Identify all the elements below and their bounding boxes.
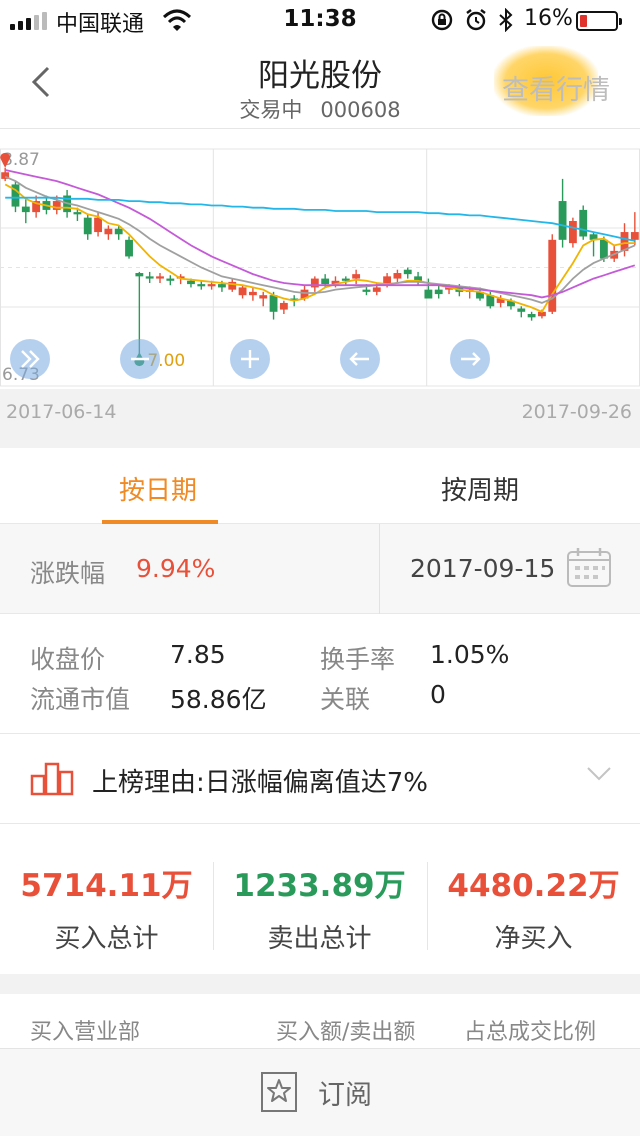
trade-totals: 5714.11万 买入总计 1233.89万 卖出总计 4480.22万 净买入 [0,824,640,974]
chart-start-date: 2017-06-14 [6,401,117,423]
buy-total-label: 买入总计 [54,924,159,954]
selected-date[interactable]: 2017-09-15 [410,554,555,583]
kline-chart[interactable]: 8.876.738.607.00 [0,129,640,389]
chart-end-date: 2017-09-26 [521,401,632,423]
related-value: 0 [430,680,446,709]
candle-body [279,302,288,310]
candle-body [321,278,330,285]
candle-body [403,269,412,275]
change-value: 9.94% [136,554,216,583]
market-cap-label: 流通市值 [30,685,131,714]
candle-body [104,228,113,235]
candle-body [156,276,164,279]
candle-body [218,284,226,288]
stock-info: 收盘价 7.85 换手率 1.05% 流通市值 58.86亿 关联 0 [0,614,640,734]
column-buy-sell-amount: 买入额/卖出额 [276,1020,416,1045]
buy-total-value: 5714.11万 [20,868,193,904]
moving-average-ma20 [5,169,636,299]
candle-body [114,228,123,235]
tab-by-date[interactable]: 按日期 [58,470,258,507]
prev-button[interactable] [340,339,380,379]
candle-body [259,295,268,299]
candle-body [630,232,639,240]
close-price-label: 收盘价 [30,645,106,674]
next-button[interactable] [450,339,490,379]
rotation-lock-icon [431,9,453,31]
candle-body [393,273,402,279]
bluetooth-icon [499,8,513,32]
listing-reason-text: 上榜理由:日涨幅偏离值达7% [92,768,429,798]
candle-body [424,289,433,299]
alarm-icon [466,9,486,31]
bar-chart-icon [30,762,74,796]
fast-forward-button[interactable] [10,339,50,379]
candle-body [383,276,392,284]
candle-body [248,291,257,296]
candle-body [310,278,319,288]
candle-body [197,284,206,287]
chevron-down-icon[interactable] [586,766,612,782]
change-date-row: 涨跌幅 9.94% 2017-09-15 [0,524,640,614]
candle-body [269,295,278,312]
candle-body [166,278,175,281]
chart-date-range: 2017-06-14 2017-09-26 [0,389,640,429]
sell-total-label: 卖出总计 [267,924,372,954]
candle-body [599,239,608,259]
net-buy-label: 净买入 [494,924,573,954]
buy-total: 5714.11万 买入总计 [0,824,213,974]
column-ratio: 占总成交比例 [464,1020,597,1045]
candle-body [238,287,247,296]
candle-body [548,239,557,312]
net-buy-value: 4480.22万 [447,868,620,904]
tab-by-week[interactable]: 按周期 [380,470,580,507]
candle-body [207,284,216,287]
market-cap-value: 58.86亿 [170,685,267,714]
candle-body [372,287,381,292]
broker-table-header: 买入营业部 买入额/卖出额 占总成交比例 [0,994,640,1056]
candle-body [362,289,371,292]
candle-body [83,217,92,235]
candle-body [579,209,588,237]
sell-total-value: 1233.89万 [233,868,406,904]
candle-body [568,220,577,244]
candle-body [517,308,526,312]
view-market-button[interactable]: 查看行情 [494,46,610,116]
battery-percent: 16% [524,6,573,31]
candle-body [434,289,443,295]
sell-total: 1233.89万 卖出总计 [213,824,426,974]
close-price-value: 7.85 [170,640,226,669]
candle-body [558,201,567,240]
turnover-label: 换手率 [320,645,396,674]
subscribe-button[interactable]: 订阅 [260,1071,372,1113]
turnover-value: 1.05% [430,640,510,669]
star-bookmark-icon [261,1072,297,1112]
net-buy: 4480.22万 净买入 [427,824,640,974]
calendar-icon[interactable] [566,546,612,588]
battery-icon [576,11,622,31]
candle-body [145,276,154,279]
bottom-bar: 订阅 [0,1048,640,1136]
candle-body [73,212,82,215]
candle-body [135,273,144,277]
column-buy-broker: 买入营业部 [30,1020,141,1045]
stock-code: 000608 [320,98,401,122]
period-tabs: 按日期 按周期 [0,448,640,524]
kline-chart-panel: 8.876.738.607.00 2017-06-14 2017-09-26 [0,128,640,429]
listing-reason-row[interactable]: 上榜理由:日涨幅偏离值达7% [0,734,640,824]
candle-body [352,274,361,279]
candle-body [21,206,30,213]
candle-body [527,314,536,318]
zoom-in-button[interactable] [230,339,270,379]
candle-body [187,280,195,285]
change-label: 涨跌幅 [30,559,106,588]
subscribe-label: 订阅 [318,1079,372,1111]
trading-status: 交易中 [239,98,303,122]
nav-bar: 阳光股份 交易中 000608 查看行情 [0,40,640,128]
related-label: 关联 [320,685,371,714]
candle-body [94,217,102,233]
candle-body [125,239,133,257]
zoom-out-button[interactable] [120,339,160,379]
status-bar: 中国联通 11:38 16% [0,0,640,40]
